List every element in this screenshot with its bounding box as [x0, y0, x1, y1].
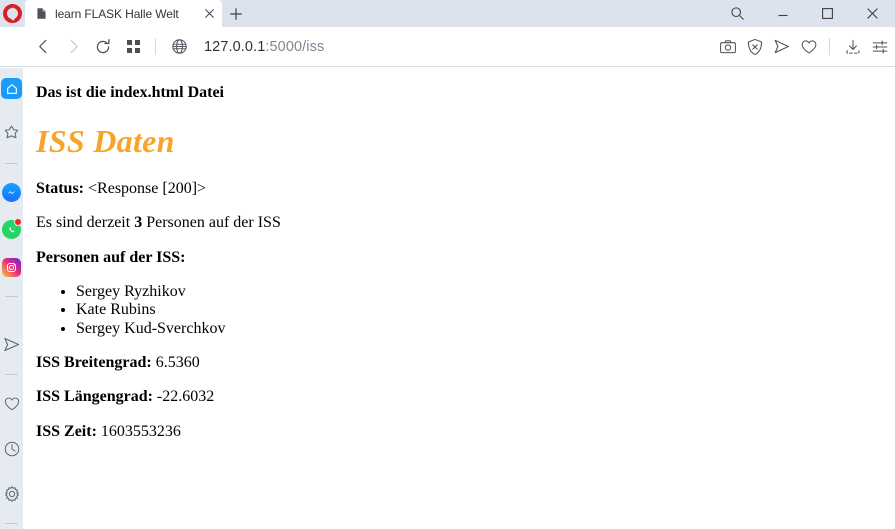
timestamp-value: 1603553236 [100, 422, 181, 440]
opera-logo-icon [3, 4, 22, 23]
easy-setup-icon[interactable] [866, 33, 893, 61]
status-value: <Response [200]> [88, 179, 207, 197]
sidebar-item-telegram[interactable] [0, 333, 23, 356]
close-window-button[interactable] [850, 0, 895, 27]
sidebar-item-pinboards[interactable] [0, 392, 23, 415]
latitude-line: ISS Breitengrad: 6.5360 [36, 354, 882, 373]
timestamp-label: ISS Zeit: [36, 422, 97, 440]
url-text[interactable]: 127.0.0.1:5000/iss [204, 39, 324, 55]
sidebar-item-home[interactable] [0, 77, 23, 100]
longitude-value: -22.6032 [156, 388, 215, 406]
back-button[interactable] [28, 32, 58, 62]
crew-count-line: Es sind derzeit 3 Personen auf der ISS [36, 214, 882, 233]
window-controls [715, 0, 895, 27]
page-favicon-icon [34, 7, 48, 21]
crew-count-prefix: Es sind derzeit [36, 214, 131, 232]
sidebar-item-settings[interactable] [0, 482, 23, 505]
address-bar[interactable]: 127.0.0.1:5000/iss [165, 32, 714, 62]
page-title: ISS Daten [36, 122, 175, 159]
new-tab-button[interactable] [222, 0, 250, 27]
browser-tab-active[interactable]: learn FLASK Halle Welt [25, 0, 222, 27]
download-icon[interactable] [839, 33, 866, 61]
opera-menu-button[interactable] [0, 0, 25, 27]
messenger-icon [2, 183, 21, 202]
crew-count-value: 3 [134, 214, 143, 232]
send-icon[interactable] [768, 33, 795, 61]
tab-title: learn FLASK Halle Welt [55, 6, 179, 21]
sidebar-item-instagram[interactable] [0, 256, 23, 279]
opera-sidebar [0, 68, 23, 529]
sidebar-divider-4 [5, 523, 18, 524]
list-item: Sergey Kud-Sverchkov [76, 320, 882, 338]
send-icon [2, 335, 21, 354]
sidebar-divider-2 [5, 296, 18, 297]
star-icon [3, 124, 20, 141]
toolbar-divider [155, 38, 156, 55]
timestamp-line: ISS Zeit: 1603553236 [36, 423, 882, 442]
longitude-label: ISS Längengrad: [36, 388, 153, 406]
sidebar-divider-3 [5, 374, 18, 375]
maximize-button[interactable] [805, 0, 850, 27]
clock-icon [3, 440, 21, 458]
crew-heading: Personen auf der ISS: [36, 248, 186, 266]
forward-button[interactable] [58, 32, 88, 62]
whatsapp-notification-badge [14, 218, 22, 226]
sidebar-item-favorites[interactable] [0, 121, 23, 144]
reload-button[interactable] [88, 32, 118, 62]
sidebar-item-messenger[interactable] [0, 181, 23, 204]
url-host: 127.0.0.1 [204, 38, 266, 55]
sidebar-item-history[interactable] [0, 437, 23, 460]
sidebar-item-whatsapp[interactable] [0, 218, 23, 241]
ad-block-shield-icon[interactable] [741, 33, 768, 61]
tab-close-icon[interactable] [200, 5, 218, 23]
heart-icon[interactable] [795, 33, 822, 61]
status-line: Status: <Response [200]> [36, 180, 882, 199]
crew-list: Sergey Ryzhikov Kate Rubins Sergey Kud-S… [36, 283, 882, 337]
latitude-label: ISS Breitengrad: [36, 353, 152, 371]
minimize-button[interactable] [760, 0, 805, 27]
longitude-line: ISS Längengrad: -22.6032 [36, 388, 882, 407]
search-icon[interactable] [715, 0, 760, 27]
instagram-icon [2, 258, 21, 277]
crew-count-suffix: Personen auf der ISS [146, 214, 281, 232]
toolbar-right-icons [714, 33, 895, 61]
home-icon [1, 78, 22, 99]
browser-toolbar: 127.0.0.1:5000/iss [0, 27, 895, 67]
list-item: Sergey Ryzhikov [76, 283, 882, 301]
browser-window: learn FLASK Halle Welt 127.0.0.1:5000/is… [0, 0, 895, 529]
list-item: Kate Rubins [76, 301, 882, 319]
camera-icon[interactable] [714, 33, 741, 61]
sidebar-divider-1 [5, 163, 18, 164]
toolbar-divider-2 [829, 38, 830, 55]
tab-strip: learn FLASK Halle Welt [0, 0, 895, 27]
tab-overview-button[interactable] [118, 32, 148, 62]
gear-icon [3, 485, 21, 503]
latitude-value: 6.5360 [155, 353, 200, 371]
status-label: Status: [36, 179, 85, 197]
globe-icon[interactable] [166, 34, 192, 60]
page-content: Das ist die index.html Datei ISS Daten S… [23, 68, 895, 529]
url-path: :5000/iss [265, 38, 325, 55]
heart-icon [3, 395, 21, 413]
index-file-note: Das ist die index.html Datei [36, 84, 224, 101]
